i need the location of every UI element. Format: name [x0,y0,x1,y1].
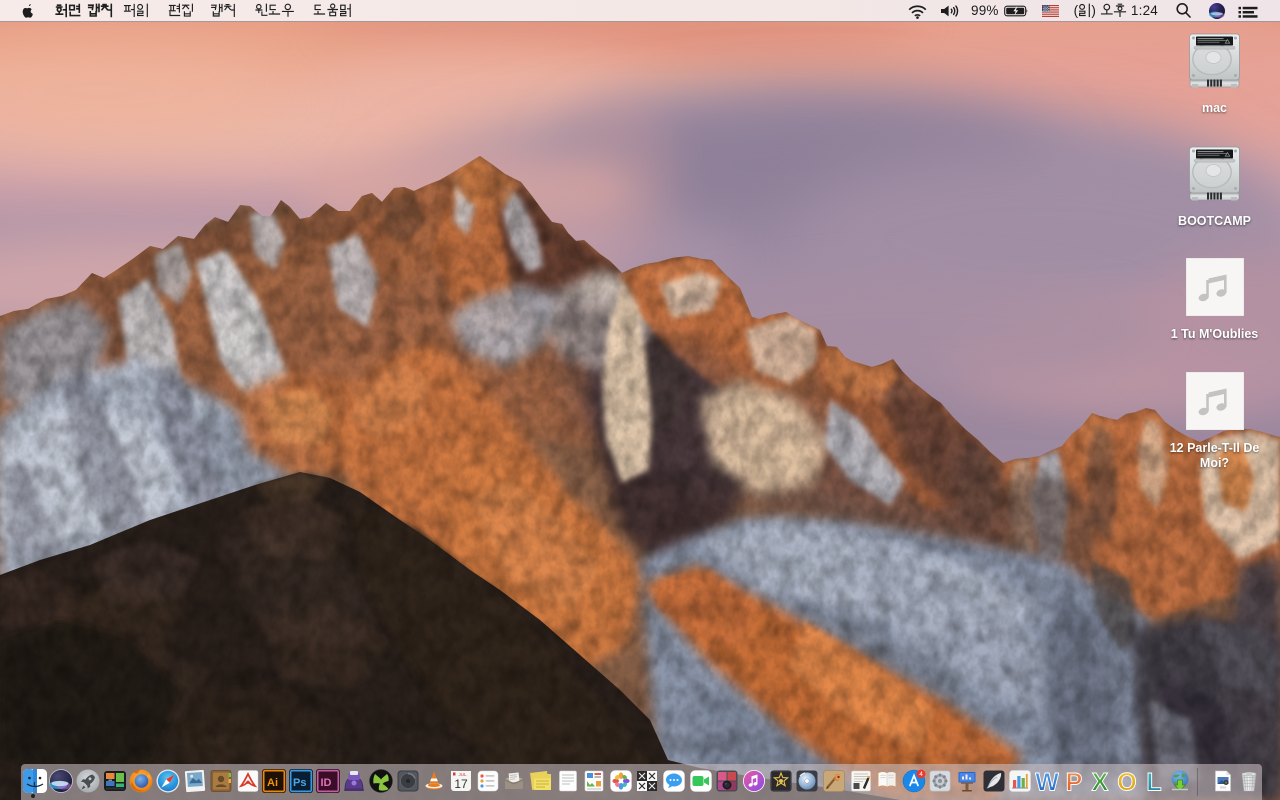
svg-text:X: X [1092,769,1109,793]
svg-text:O: O [1117,769,1136,793]
svg-text:4: 4 [919,771,923,778]
svg-text:P: P [1066,769,1083,793]
svg-text:L: L [1146,769,1161,793]
svg-text:ID: ID [321,777,332,789]
svg-text:W: W [1035,769,1059,793]
svg-text:17: 17 [454,777,468,791]
svg-text:Ps: Ps [293,777,306,789]
svg-text:JUL: JUL [458,772,466,777]
svg-text:Ai: Ai [267,777,278,789]
